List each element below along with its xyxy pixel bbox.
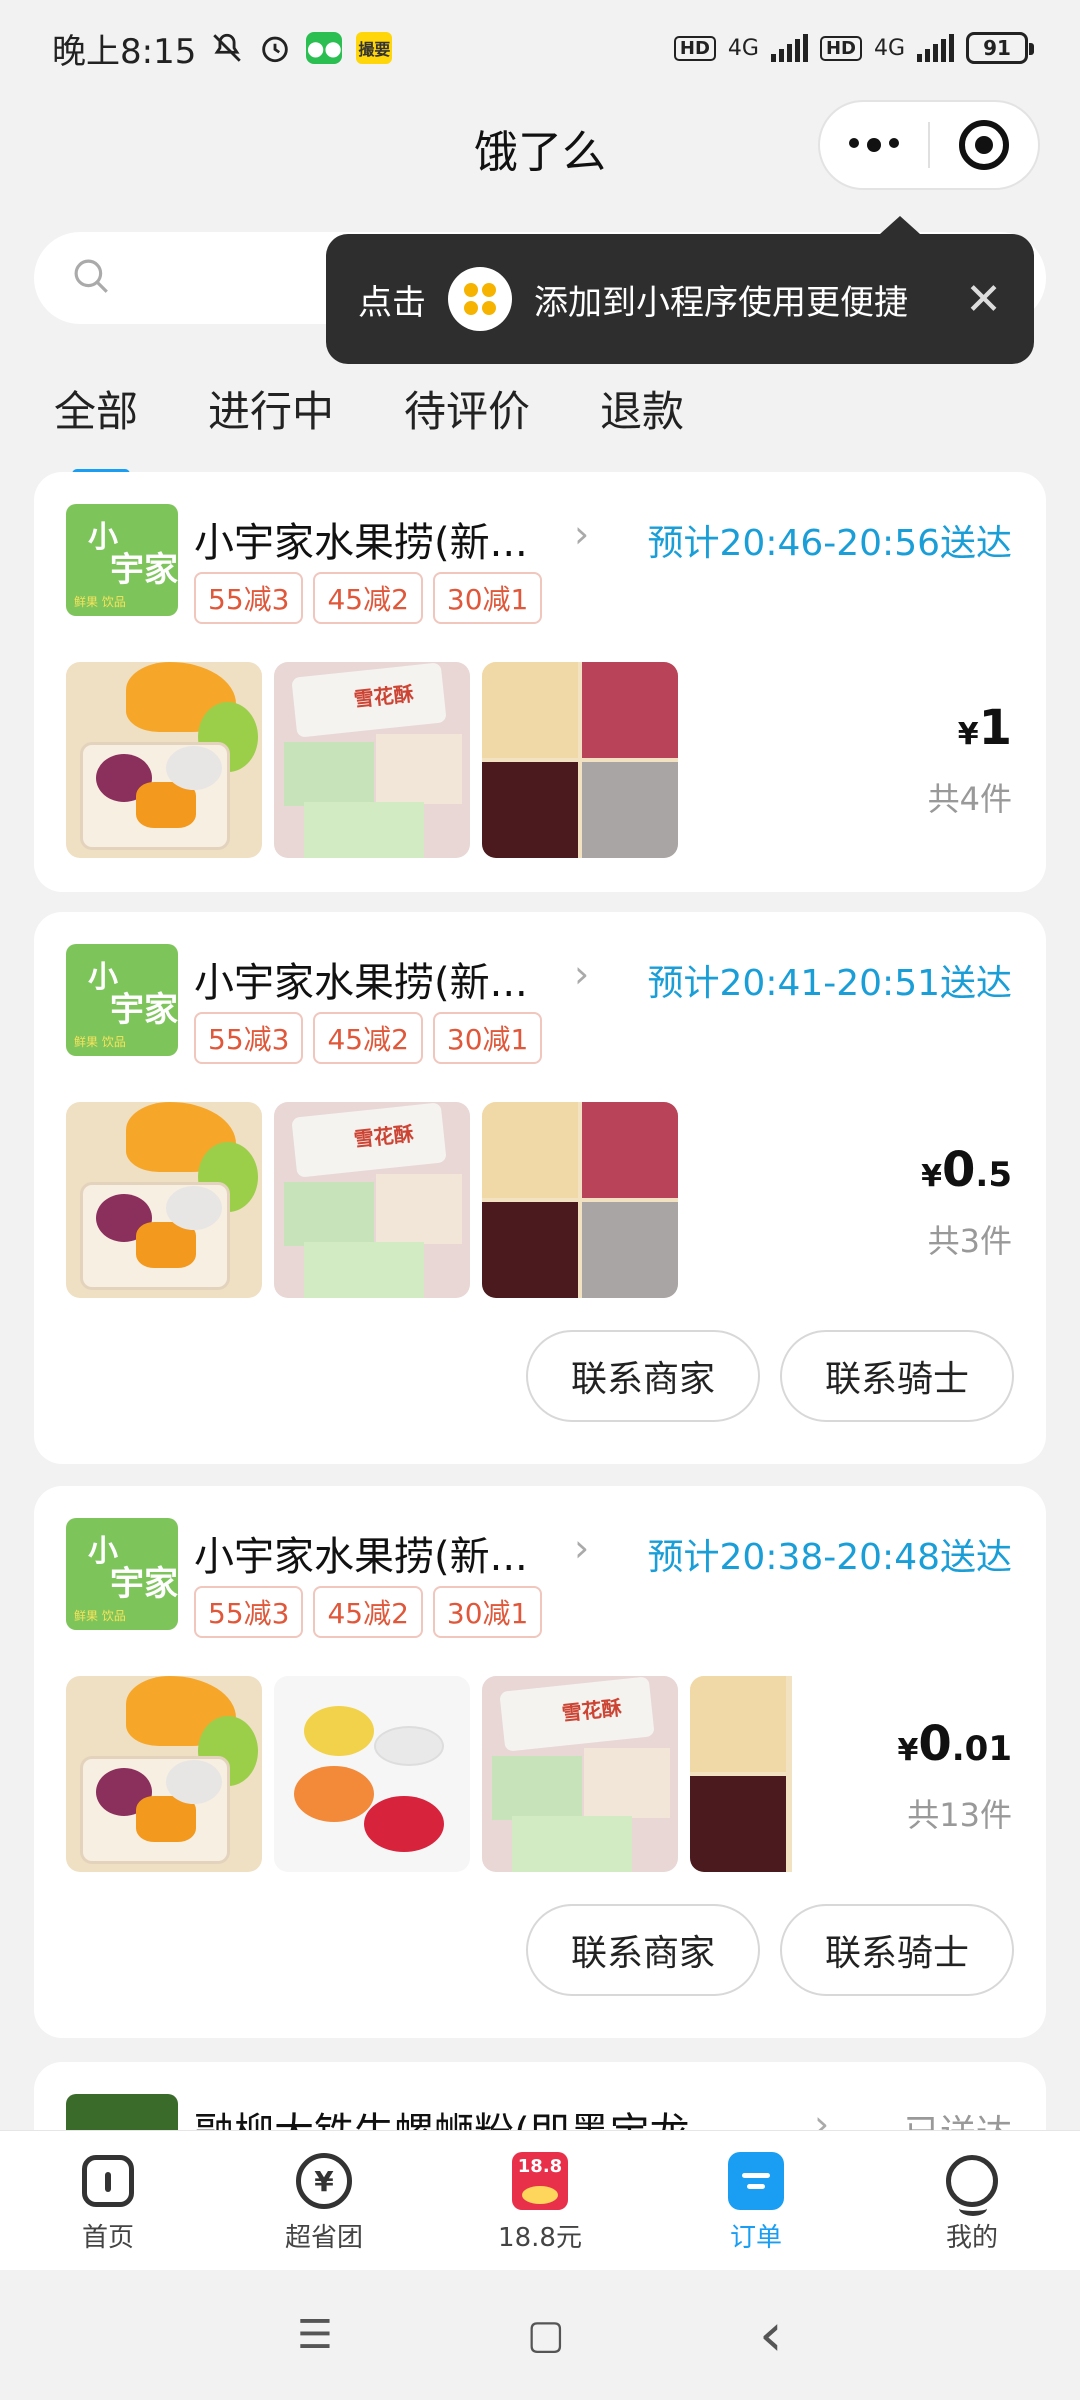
- nav-label: 订单: [729, 2223, 782, 2253]
- system-nav-bar: ☰ ▢ ‹: [0, 2270, 1080, 2400]
- discount-tag: 55减3: [194, 572, 304, 624]
- order-tabs: 全部 进行中 待评价 退款: [54, 378, 684, 479]
- shop-logo: 小宇家 鲜果 饮品: [66, 1518, 178, 1630]
- delivery-eta: 预计20:46-20:56送达: [647, 523, 1012, 564]
- back-icon[interactable]: ‹: [759, 2300, 783, 2370]
- item-thumbnails: 雪花酥: [66, 1102, 678, 1298]
- recent-apps-icon[interactable]: ☰: [297, 2312, 333, 2358]
- discount-tag: 45减2: [313, 1012, 423, 1064]
- jelly-balls-image: [274, 1676, 470, 1872]
- order-price: ¥1: [957, 700, 1012, 756]
- order-icon: [726, 2151, 786, 2211]
- app-notification-icon: 撮要: [356, 32, 393, 64]
- discount-tag: 55减3: [194, 1012, 304, 1064]
- capsule-menu: [818, 100, 1040, 190]
- discount-tag: 30减1: [432, 1012, 543, 1064]
- status-time: 晚上8:15: [52, 31, 197, 72]
- order-card[interactable]: 小宇家 鲜果 饮品 小宇家水果捞(新... › 预计20:46-20:56送达 5…: [34, 472, 1046, 892]
- profile-icon: [942, 2151, 1002, 2216]
- snowflake-crisp-image: 雪花酥: [274, 662, 470, 858]
- search-icon: [70, 255, 112, 301]
- tab-in-progress[interactable]: 进行中: [208, 378, 334, 439]
- snowflake-crisp-image: 雪花酥: [274, 1102, 470, 1298]
- signal-icon: [770, 34, 808, 62]
- nav-label: 首页: [81, 2223, 134, 2253]
- target-icon: [959, 120, 1009, 170]
- close-mini-program-button[interactable]: [930, 120, 1038, 170]
- discount-tag: 45减2: [313, 572, 423, 624]
- network-type: 4G: [727, 35, 759, 61]
- status-bar: 晚上8:15 ●● 撮要 HD 4G HD 4G 91: [0, 0, 1080, 96]
- discount-tags: 55减3 45减2 30减1: [194, 572, 543, 624]
- mini-program-icon: [448, 267, 512, 331]
- contact-merchant-button[interactable]: 联系商家: [526, 1330, 760, 1422]
- item-count: 共3件: [927, 1222, 1012, 1260]
- close-icon[interactable]: ✕: [965, 274, 1002, 325]
- item-thumbnails: 雪花酥: [66, 1676, 792, 1872]
- order-card[interactable]: 小宇家 鲜果 饮品 小宇家水果捞(新... › 预计20:38-20:48送达 5…: [34, 1486, 1046, 2038]
- nav-red-packet[interactable]: 18.8 18.8元: [432, 2131, 648, 2270]
- contact-merchant-button[interactable]: 联系商家: [526, 1904, 760, 1996]
- shop-name[interactable]: 小宇家水果捞(新...: [194, 1524, 528, 1582]
- chevron-right-icon: ›: [574, 512, 590, 556]
- hd-badge-2: HD: [819, 35, 862, 61]
- contact-rider-button[interactable]: 联系骑士: [780, 1330, 1014, 1422]
- nav-label: 18.8元: [498, 2223, 582, 2253]
- alarm-icon: [258, 31, 292, 65]
- tab-refund[interactable]: 退款: [600, 378, 684, 439]
- mute-icon: [210, 31, 244, 65]
- discount-tags: 55减3 45减2 30减1: [194, 1586, 543, 1638]
- battery-icon: 91: [966, 32, 1034, 64]
- more-icon[interactable]: [820, 138, 928, 152]
- tab-all[interactable]: 全部: [54, 378, 138, 479]
- home-button-icon[interactable]: ▢: [527, 2312, 565, 2358]
- fruit-bowl-image: [66, 662, 262, 858]
- nav-home[interactable]: 首页: [0, 2131, 216, 2270]
- nav-savings-group[interactable]: ¥ 超省团: [216, 2131, 432, 2270]
- chevron-right-icon: ›: [574, 952, 590, 996]
- tab-to-review[interactable]: 待评价: [404, 378, 530, 439]
- wechat-icon: ●●: [306, 32, 343, 64]
- order-price: ¥0.01: [897, 1716, 1012, 1772]
- chevron-right-icon: ›: [574, 1526, 590, 1570]
- shop-name[interactable]: 小宇家水果捞(新...: [194, 950, 528, 1008]
- item-thumbnails: 雪花酥: [66, 662, 678, 858]
- snowflake-crisp-image: 雪花酥: [482, 1676, 678, 1872]
- mini-program-header: 饿了么: [0, 96, 1080, 196]
- cake-dessert-image: [690, 1676, 792, 1872]
- network-type-2: 4G: [873, 35, 905, 61]
- cake-dessert-image: [482, 1102, 678, 1298]
- order-card[interactable]: 小宇家 鲜果 饮品 小宇家水果捞(新... › 预计20:41-20:51送达 5…: [34, 912, 1046, 1464]
- order-price: ¥0.5: [921, 1142, 1012, 1198]
- fruit-bowl-image: [66, 1676, 262, 1872]
- fruit-bowl-image: [66, 1102, 262, 1298]
- shop-logo: 小宇家 鲜果 饮品: [66, 944, 178, 1056]
- discount-tag: 30减1: [432, 572, 543, 624]
- nav-label: 我的: [945, 2223, 998, 2253]
- cake-dessert-image: [482, 662, 678, 858]
- tooltip-text: 添加到小程序使用更便捷: [534, 282, 908, 323]
- savings-icon: ¥: [294, 2151, 354, 2211]
- item-count: 共13件: [907, 1796, 1012, 1834]
- add-to-mini-program-tooltip: 点击 添加到小程序使用更便捷 ✕: [326, 216, 1034, 364]
- discount-tag: 30减1: [432, 1586, 543, 1638]
- bottom-nav: 首页 ¥ 超省团 18.8 18.8元 订单 我的: [0, 2130, 1080, 2270]
- contact-rider-button[interactable]: 联系骑士: [780, 1904, 1014, 1996]
- shop-logo: 小宇家 鲜果 饮品: [66, 504, 178, 616]
- signal-icon-2: [917, 34, 954, 62]
- red-packet-icon: 18.8: [510, 2151, 570, 2211]
- delivery-eta: 预计20:41-20:51送达: [647, 963, 1012, 1004]
- hd-badge: HD: [673, 35, 716, 61]
- discount-tag: 55减3: [194, 1586, 304, 1638]
- nav-profile[interactable]: 我的: [864, 2131, 1080, 2270]
- nav-orders[interactable]: 订单: [648, 2131, 864, 2270]
- tooltip-prefix: 点击: [358, 282, 426, 323]
- shop-name[interactable]: 小宇家水果捞(新...: [194, 510, 528, 568]
- nav-label: 超省团: [284, 2223, 363, 2253]
- delivery-eta: 预计20:38-20:48送达: [647, 1537, 1012, 1578]
- discount-tag: 45减2: [313, 1586, 423, 1638]
- item-count: 共4件: [927, 780, 1012, 818]
- home-icon: [78, 2151, 138, 2211]
- discount-tags: 55减3 45减2 30减1: [194, 1012, 543, 1064]
